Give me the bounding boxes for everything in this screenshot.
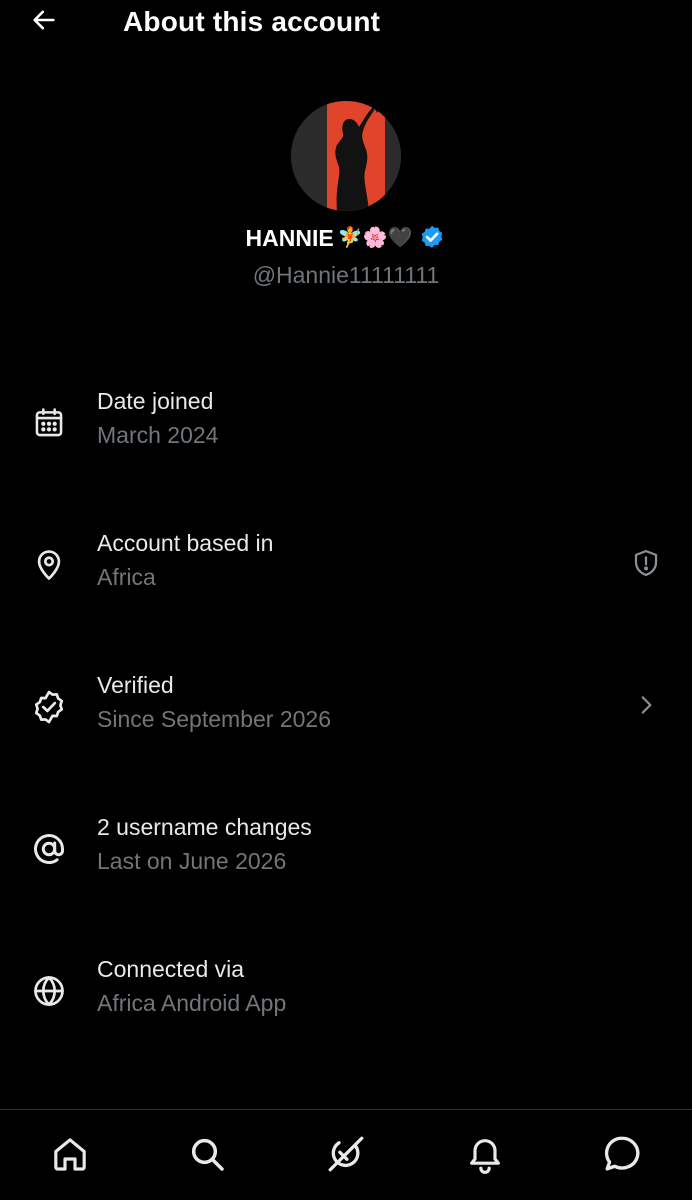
home-icon bbox=[50, 1134, 90, 1179]
back-button[interactable] bbox=[28, 6, 60, 38]
account-based-in-row[interactable]: Account based in Africa bbox=[0, 528, 692, 608]
search-icon bbox=[187, 1134, 227, 1179]
row-subtitle: Africa Android App bbox=[97, 990, 287, 1016]
bottom-nav-bar bbox=[0, 1109, 692, 1200]
row-subtitle: Africa bbox=[97, 564, 156, 590]
nav-notifications[interactable] bbox=[463, 1134, 507, 1178]
page-title: About this account bbox=[123, 6, 381, 37]
bell-icon bbox=[465, 1134, 505, 1179]
date-joined-row: Date joined March 2024 bbox=[0, 386, 692, 466]
globe-icon bbox=[29, 971, 69, 1011]
arrow-left-icon bbox=[30, 6, 58, 39]
row-title: Connected via bbox=[97, 956, 245, 982]
username-handle: @Hannie11111111 bbox=[252, 262, 440, 288]
about-account-screen: About this account HANNIE 🧚🌸🖤 @Hannie111… bbox=[0, 0, 692, 1200]
row-subtitle: March 2024 bbox=[97, 422, 219, 448]
message-bubble-icon bbox=[601, 1133, 643, 1180]
shield-alert-icon[interactable] bbox=[628, 545, 664, 581]
avatar[interactable] bbox=[291, 101, 401, 211]
connected-via-row: Connected via Africa Android App bbox=[0, 954, 692, 1034]
name-emojis: 🧚🌸🖤 bbox=[337, 227, 413, 249]
row-subtitle: Since September 2026 bbox=[97, 706, 331, 732]
display-name-row: HANNIE 🧚🌸🖤 bbox=[0, 224, 692, 252]
row-title: Date joined bbox=[97, 388, 214, 414]
calendar-icon bbox=[29, 403, 69, 443]
grok-icon bbox=[325, 1133, 367, 1180]
row-title: Verified bbox=[97, 672, 174, 698]
verified-badge-icon bbox=[418, 224, 446, 252]
display-name: HANNIE bbox=[245, 224, 334, 251]
at-sign-icon bbox=[29, 829, 69, 869]
row-subtitle: Last on June 2026 bbox=[97, 848, 287, 874]
row-title: 2 username changes bbox=[97, 814, 312, 840]
row-title: Account based in bbox=[97, 530, 274, 556]
top-bar: About this account bbox=[0, 0, 692, 48]
nav-home[interactable] bbox=[48, 1134, 92, 1178]
username-changes-row: 2 username changes Last on June 2026 bbox=[0, 812, 692, 892]
chevron-right-icon[interactable] bbox=[628, 687, 664, 723]
location-pin-icon bbox=[29, 545, 69, 585]
verified-check-icon bbox=[29, 687, 69, 727]
nav-messages[interactable] bbox=[600, 1134, 644, 1178]
nav-search[interactable] bbox=[185, 1134, 229, 1178]
nav-grok[interactable] bbox=[324, 1134, 368, 1178]
verified-row[interactable]: Verified Since September 2026 bbox=[0, 670, 692, 750]
